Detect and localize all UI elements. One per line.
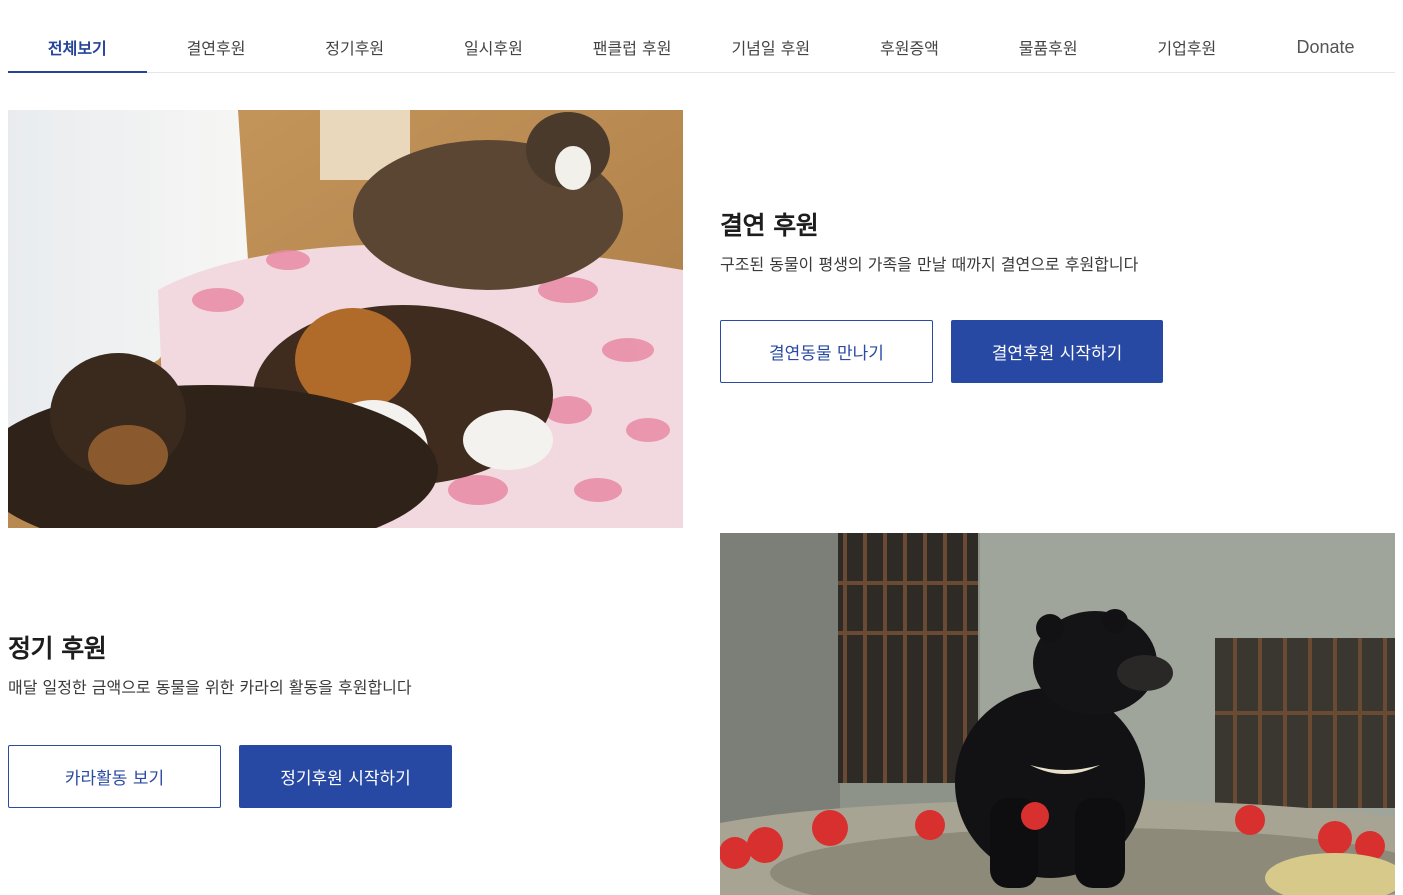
- view-activities-button[interactable]: 카라활동 보기: [8, 745, 221, 808]
- tab-corporate[interactable]: 기업후원: [1118, 22, 1257, 72]
- start-regular-donation-button[interactable]: 정기후원 시작하기: [239, 745, 452, 808]
- cats-photo: [8, 110, 683, 528]
- regular-donation-actions: 카라활동 보기 정기후원 시작하기: [8, 745, 668, 808]
- sponsorship-title: 결연 후원: [720, 211, 819, 240]
- sponsorship-section: 결연 후원 구조된 동물이 평생의 가족을 만날 때까지 결연으로 후원합니다 …: [720, 206, 1380, 383]
- sponsorship-actions: 결연동물 만나기 결연후원 시작하기: [720, 320, 1380, 383]
- regular-donation-title: 정기 후원: [8, 634, 107, 663]
- regular-donation-section: 정기 후원 매달 일정한 금액으로 동물을 위한 카라의 활동을 후원합니다 카…: [8, 629, 668, 808]
- tab-one-time[interactable]: 일시후원: [424, 22, 563, 72]
- cats-illustration: [8, 110, 683, 528]
- tab-increase[interactable]: 후원증액: [840, 22, 979, 72]
- tab-all[interactable]: 전체보기: [8, 22, 147, 73]
- tab-anniversary[interactable]: 기념일 후원: [701, 22, 840, 72]
- bear-illustration: [720, 533, 1395, 895]
- tab-fanclub[interactable]: 팬클럽 후원: [563, 22, 702, 72]
- start-sponsorship-button[interactable]: 결연후원 시작하기: [951, 320, 1163, 383]
- regular-donation-description: 매달 일정한 금액으로 동물을 위한 카라의 활동을 후원합니다: [8, 678, 412, 697]
- tab-goods[interactable]: 물품후원: [979, 22, 1118, 72]
- tab-sponsorship[interactable]: 결연후원: [147, 22, 286, 72]
- meet-animals-button[interactable]: 결연동물 만나기: [720, 320, 933, 383]
- tab-donate[interactable]: Donate: [1256, 22, 1395, 72]
- sponsorship-description: 구조된 동물이 평생의 가족을 만날 때까지 결연으로 후원합니다: [720, 255, 1139, 274]
- donation-tabs: 전체보기 결연후원 정기후원 일시후원 팬클럽 후원 기념일 후원 후원증액 물…: [8, 22, 1395, 73]
- bear-photo: [720, 533, 1395, 895]
- tab-regular[interactable]: 정기후원: [285, 22, 424, 72]
